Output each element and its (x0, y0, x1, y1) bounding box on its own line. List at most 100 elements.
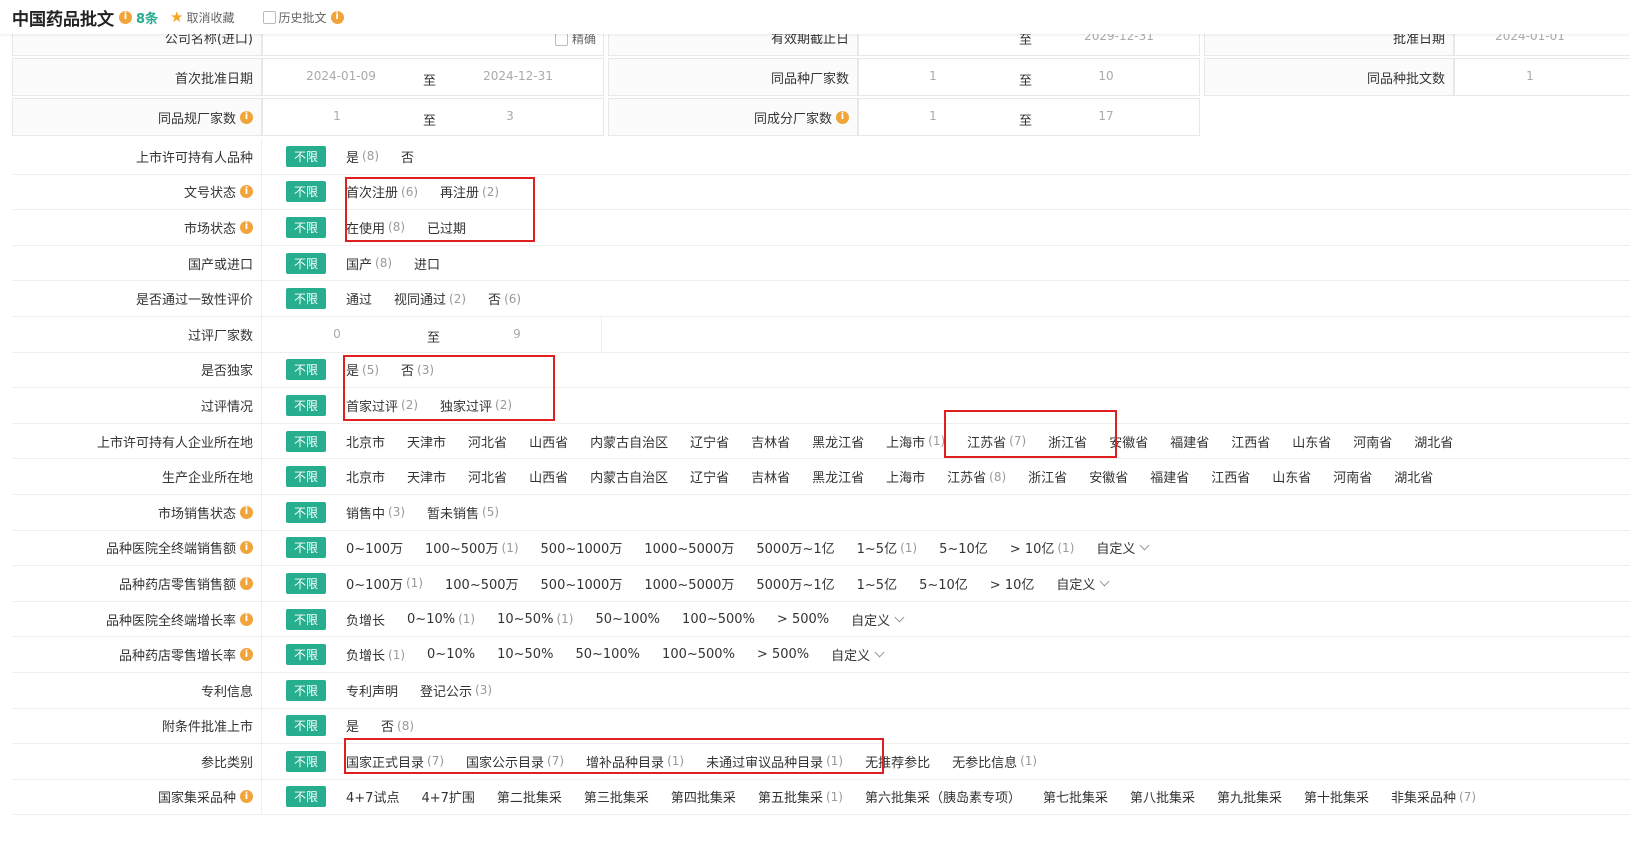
filter-option[interactable]: 10~50% (1) (497, 612, 573, 627)
all-tag[interactable]: 不限 (286, 430, 327, 452)
filter-option[interactable]: 5000万~1亿 (756, 538, 834, 557)
range-max[interactable]: 9 (457, 327, 577, 341)
same-spec-range[interactable]: 1 至 3 (262, 98, 604, 136)
filter-option[interactable]: 0~10% (427, 647, 475, 662)
all-tag[interactable]: 不限 (286, 537, 327, 559)
range-min[interactable]: 0 (277, 327, 397, 341)
filter-option[interactable]: 湖北省 (1414, 432, 1453, 451)
info-icon[interactable]: i (240, 790, 253, 804)
filter-option[interactable]: 福建省 (1170, 432, 1209, 451)
all-tag[interactable]: 不限 (286, 644, 327, 666)
all-tag[interactable]: 不限 (286, 715, 327, 737)
filter-option[interactable]: 国家公示目录 (7) (466, 752, 564, 771)
filter-option[interactable]: 浙江省 (1048, 432, 1087, 451)
filter-option[interactable]: 500~1000万 (541, 538, 623, 557)
filter-option[interactable]: 在使用 (8) (346, 218, 405, 237)
all-tag[interactable]: 不限 (286, 679, 327, 701)
filter-option[interactable]: 通过 (346, 289, 372, 308)
filter-option[interactable]: 无参比信息 (1) (952, 752, 1037, 771)
filter-option[interactable]: 100~500万 (1) (425, 538, 519, 558)
filter-option[interactable]: 山东省 (1292, 432, 1331, 451)
filter-option[interactable]: 暂未销售 (5) (427, 503, 499, 522)
filter-option[interactable]: 浙江省 (1028, 467, 1067, 486)
filter-option[interactable]: 安徽省 (1089, 467, 1128, 486)
info-icon[interactable]: i (240, 612, 253, 626)
all-tag[interactable]: 不限 (286, 216, 327, 238)
filter-option[interactable]: 天津市 (407, 432, 446, 451)
filter-option[interactable]: 500~1000万 (541, 574, 623, 593)
filter-option[interactable]: 再注册 (2) (440, 182, 499, 202)
filter-option[interactable]: 1000~5000万 (644, 574, 734, 593)
filter-option[interactable]: 自定义 (1056, 574, 1110, 593)
filter-option[interactable]: > 10亿 (990, 574, 1035, 593)
filter-option[interactable]: 河南省 (1353, 432, 1392, 451)
all-tag[interactable]: 不限 (286, 359, 327, 381)
filter-option[interactable]: 吉林省 (751, 467, 790, 486)
all-tag[interactable]: 不限 (286, 394, 327, 416)
filter-option[interactable]: 山西省 (529, 432, 568, 451)
filter-option[interactable]: 已过期 (427, 218, 466, 237)
filter-option[interactable]: 未通过审议品种目录 (1) (706, 752, 843, 771)
all-tag[interactable]: 不限 (286, 750, 327, 772)
info-icon[interactable]: i (119, 10, 132, 24)
filter-option[interactable]: 江苏省 (8) (947, 467, 1006, 487)
info-icon[interactable]: i (240, 185, 253, 199)
filter-option[interactable]: 4+7试点 (346, 787, 399, 806)
filter-option[interactable]: 否 (6) (488, 289, 521, 309)
filter-option[interactable]: 自定义 (851, 610, 905, 629)
first-approval-range[interactable]: 2024-01-09 至 2024-12-31 (262, 58, 604, 96)
same-component-max[interactable]: 17 (1046, 109, 1166, 123)
same-variety-mfr-max[interactable]: 10 (1046, 69, 1166, 83)
all-tag[interactable]: 不限 (286, 145, 327, 167)
filter-option[interactable]: 黑龙江省 (812, 467, 864, 486)
filter-option[interactable]: 第七批集采 (1043, 787, 1108, 806)
filter-option[interactable]: 首次注册 (6) (346, 182, 418, 202)
star-icon[interactable]: ★ (170, 8, 183, 26)
filter-option[interactable]: 100~500% (662, 647, 735, 662)
same-component-min[interactable]: 1 (873, 109, 993, 123)
filter-option[interactable]: 10~50% (497, 647, 553, 662)
filter-option[interactable]: 负增长 (346, 610, 385, 629)
filter-option[interactable]: > 500% (757, 647, 809, 662)
same-variety-mfr-range[interactable]: 1 至 10 (858, 58, 1200, 96)
filter-option[interactable]: 自定义 (831, 645, 885, 664)
filter-option[interactable]: 5~10亿 (939, 538, 988, 557)
same-variety-doc-range[interactable]: 1 (1454, 58, 1630, 96)
filter-option[interactable]: 4+7扩围 (421, 787, 474, 806)
filter-option[interactable]: 第五批集采 (1) (758, 787, 843, 807)
filter-option[interactable]: 0~100万 (346, 538, 403, 557)
same-variety-doc-min[interactable]: 1 (1470, 69, 1590, 83)
all-tag[interactable]: 不限 (286, 608, 327, 630)
filter-option[interactable]: 上海市 (886, 467, 925, 486)
filter-option[interactable]: 否 (8) (381, 716, 414, 736)
filter-option[interactable]: 负增长 (1) (346, 645, 405, 665)
filter-option[interactable]: 辽宁省 (690, 432, 729, 451)
first-approval-end[interactable]: 2024-12-31 (458, 69, 578, 83)
all-tag[interactable]: 不限 (286, 181, 327, 203)
filter-option[interactable]: 福建省 (1150, 467, 1189, 486)
same-spec-max[interactable]: 3 (450, 109, 570, 123)
all-tag[interactable]: 不限 (286, 288, 327, 310)
same-component-range[interactable]: 1 至 17 (858, 98, 1200, 136)
info-icon[interactable]: i (240, 648, 253, 662)
history-checkbox[interactable] (262, 10, 276, 24)
all-tag[interactable]: 不限 (286, 501, 327, 523)
info-icon[interactable]: i (240, 541, 253, 555)
filter-option[interactable]: 是 (346, 716, 359, 735)
filter-option[interactable]: 河北省 (468, 467, 507, 486)
filter-option[interactable]: 河北省 (468, 432, 507, 451)
all-tag[interactable]: 不限 (286, 252, 327, 274)
filter-option[interactable]: 无推荐参比 (865, 752, 930, 771)
filter-option[interactable]: 第三批集采 (584, 787, 649, 806)
filter-option[interactable]: 增补品种目录 (1) (586, 752, 684, 771)
filter-option[interactable]: 1~5亿 (857, 574, 897, 593)
filter-option[interactable]: 独家过评 (2) (440, 396, 512, 415)
filter-option[interactable]: 1000~5000万 (644, 538, 734, 557)
filter-option[interactable]: 首家过评 (2) (346, 396, 418, 415)
filter-option[interactable]: > 500% (777, 612, 829, 627)
filter-option[interactable]: 是 (5) (346, 360, 379, 380)
filter-option[interactable]: 100~500% (682, 612, 755, 627)
filter-option[interactable]: 内蒙古自治区 (590, 432, 668, 451)
filter-option[interactable]: 登记公示 (3) (420, 681, 492, 700)
all-tag[interactable]: 不限 (286, 572, 327, 594)
